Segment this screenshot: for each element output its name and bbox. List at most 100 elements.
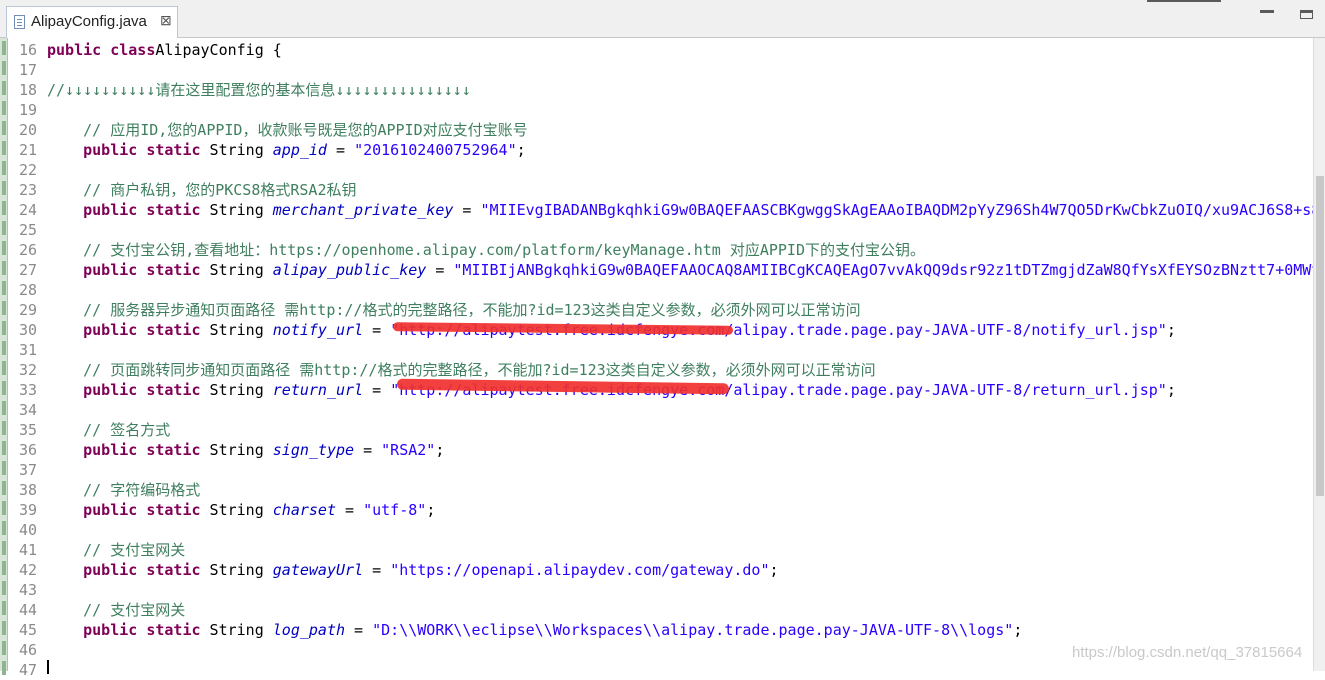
- code-line: // 支付宝网关: [47, 600, 185, 620]
- code-token: String: [200, 621, 273, 639]
- line-number: 38: [18, 481, 37, 499]
- code-token: ;: [1166, 381, 1176, 399]
- line-number: 18: [18, 81, 37, 99]
- line-number: 20: [18, 121, 37, 139]
- line-number: 19: [18, 101, 37, 119]
- line-number: 45: [18, 621, 37, 639]
- line-number: 17: [18, 61, 37, 79]
- ruler-mark: [2, 221, 6, 235]
- code-token: // 支付宝网关: [47, 601, 186, 619]
- code-token: =: [453, 201, 481, 219]
- code-token: ;: [769, 561, 779, 579]
- code-token: String: [200, 381, 273, 399]
- line-number: 16: [18, 41, 37, 59]
- line-number: 28: [18, 281, 37, 299]
- code-line: public static String gatewayUrl = "https…: [47, 560, 779, 580]
- ruler-mark: [2, 501, 6, 515]
- code-token: =: [363, 321, 391, 339]
- line-number: 35: [18, 421, 37, 439]
- code-token: =: [326, 141, 355, 159]
- ruler-mark: [2, 241, 6, 255]
- ruler-mark: [2, 321, 6, 335]
- line-number: 41: [18, 541, 37, 559]
- code-token: ;: [1166, 321, 1176, 339]
- code-token: String: [200, 141, 273, 159]
- code-token: String: [200, 441, 273, 459]
- ruler-mark: [2, 161, 6, 175]
- ruler-mark: [2, 341, 6, 355]
- line-number: 27: [18, 261, 37, 279]
- ruler-mark: [2, 301, 6, 315]
- editor-tab-bar: AlipayConfig.java ⊠: [0, 0, 1325, 38]
- code-token: public static: [83, 621, 201, 639]
- line-number: 46: [18, 641, 37, 659]
- code-line: public classAlipayConfig {: [47, 40, 282, 60]
- code-token: public static: [83, 381, 201, 399]
- ruler-mark: [2, 481, 6, 495]
- tab-alipayconfig[interactable]: AlipayConfig.java ⊠: [6, 6, 178, 38]
- line-number: 25: [18, 221, 37, 239]
- code-line: public static String merchant_private_ke…: [47, 200, 1313, 220]
- code-line: //↓↓↓↓↓↓↓↓↓↓请在这里配置您的基本信息↓↓↓↓↓↓↓↓↓↓↓↓↓↓↓: [47, 80, 471, 100]
- toolbar-separator: [1147, 0, 1221, 2]
- ruler-mark: [2, 181, 6, 195]
- code-editor[interactable]: public static String log_path = "D:\\WOR…: [47, 40, 1313, 671]
- ruler-mark: [2, 421, 6, 435]
- code-token: =: [354, 441, 382, 459]
- code-line: // 签名方式: [47, 420, 170, 440]
- overview-ruler: [0, 38, 8, 675]
- code-token: // 签名方式: [47, 421, 171, 439]
- code-token: // 支付宝网关: [47, 541, 186, 559]
- ruler-mark: [2, 81, 6, 95]
- ruler-mark: [2, 641, 6, 655]
- code-line: public static String alipay_public_key =…: [47, 260, 1313, 280]
- line-number: 36: [18, 441, 37, 459]
- line-number: 29: [18, 301, 37, 319]
- code-token: gatewayUrl: [272, 561, 364, 579]
- line-number: 24: [18, 201, 37, 219]
- code-token: ;: [426, 501, 436, 519]
- code-token: charset: [272, 501, 336, 519]
- code-token: public static: [83, 321, 201, 339]
- code-token: // 服务器异步通知页面路径 需http://格式的完整路径，不能加?id=12…: [47, 301, 861, 319]
- ruler-mark: [2, 541, 6, 555]
- line-number: 33: [18, 381, 37, 399]
- text-caret: [47, 660, 49, 674]
- code-token: public static: [83, 561, 201, 579]
- close-tab-icon[interactable]: ⊠: [160, 12, 172, 29]
- code-token: "RSA2": [381, 441, 436, 459]
- code-line: public static String charset = "utf-8";: [47, 500, 435, 520]
- ruler-mark: [2, 521, 6, 535]
- code-token: public static: [83, 261, 201, 279]
- code-line: public static String log_path = "D:\\WOR…: [47, 620, 1022, 640]
- ruler-mark: [2, 281, 6, 295]
- vertical-scrollbar[interactable]: [1313, 38, 1325, 671]
- line-number: 22: [18, 161, 37, 179]
- code-line: // 服务器异步通知页面路径 需http://格式的完整路径，不能加?id=12…: [47, 300, 861, 320]
- code-token: merchant_private_key: [272, 201, 454, 219]
- code-token: notify_url: [272, 321, 364, 339]
- code-token: "MIIBIjANBgkqhkiG9w0BAQEFAAOCAQ8AMIIBCgK…: [453, 261, 1313, 279]
- code-token: ;: [516, 141, 526, 159]
- code-token: =: [345, 621, 373, 639]
- code-token: =: [336, 501, 364, 519]
- code-line: // 应用ID,您的APPID，收款账号既是您的APPID对应支付宝账号: [47, 120, 528, 140]
- ruler-mark: [2, 101, 6, 115]
- line-number: 32: [18, 361, 37, 379]
- code-line: // 字符编码格式: [47, 480, 200, 500]
- scrollbar-thumb[interactable]: [1316, 176, 1324, 496]
- code-token: // 商户私钥，您的PKCS8格式RSA2私钥: [47, 181, 357, 199]
- code-token: // 应用ID,您的APPID，收款账号既是您的APPID对应支付宝账号: [47, 121, 528, 139]
- code-token: "D:\\WORK\\eclipse\\Workspaces\\alipay.t…: [372, 621, 1014, 639]
- code-token: public static: [83, 201, 201, 219]
- code-token: // 字符编码格式: [47, 481, 201, 499]
- maximize-icon[interactable]: [1300, 10, 1313, 19]
- line-number: 37: [18, 461, 37, 479]
- minimize-icon[interactable]: [1260, 10, 1274, 13]
